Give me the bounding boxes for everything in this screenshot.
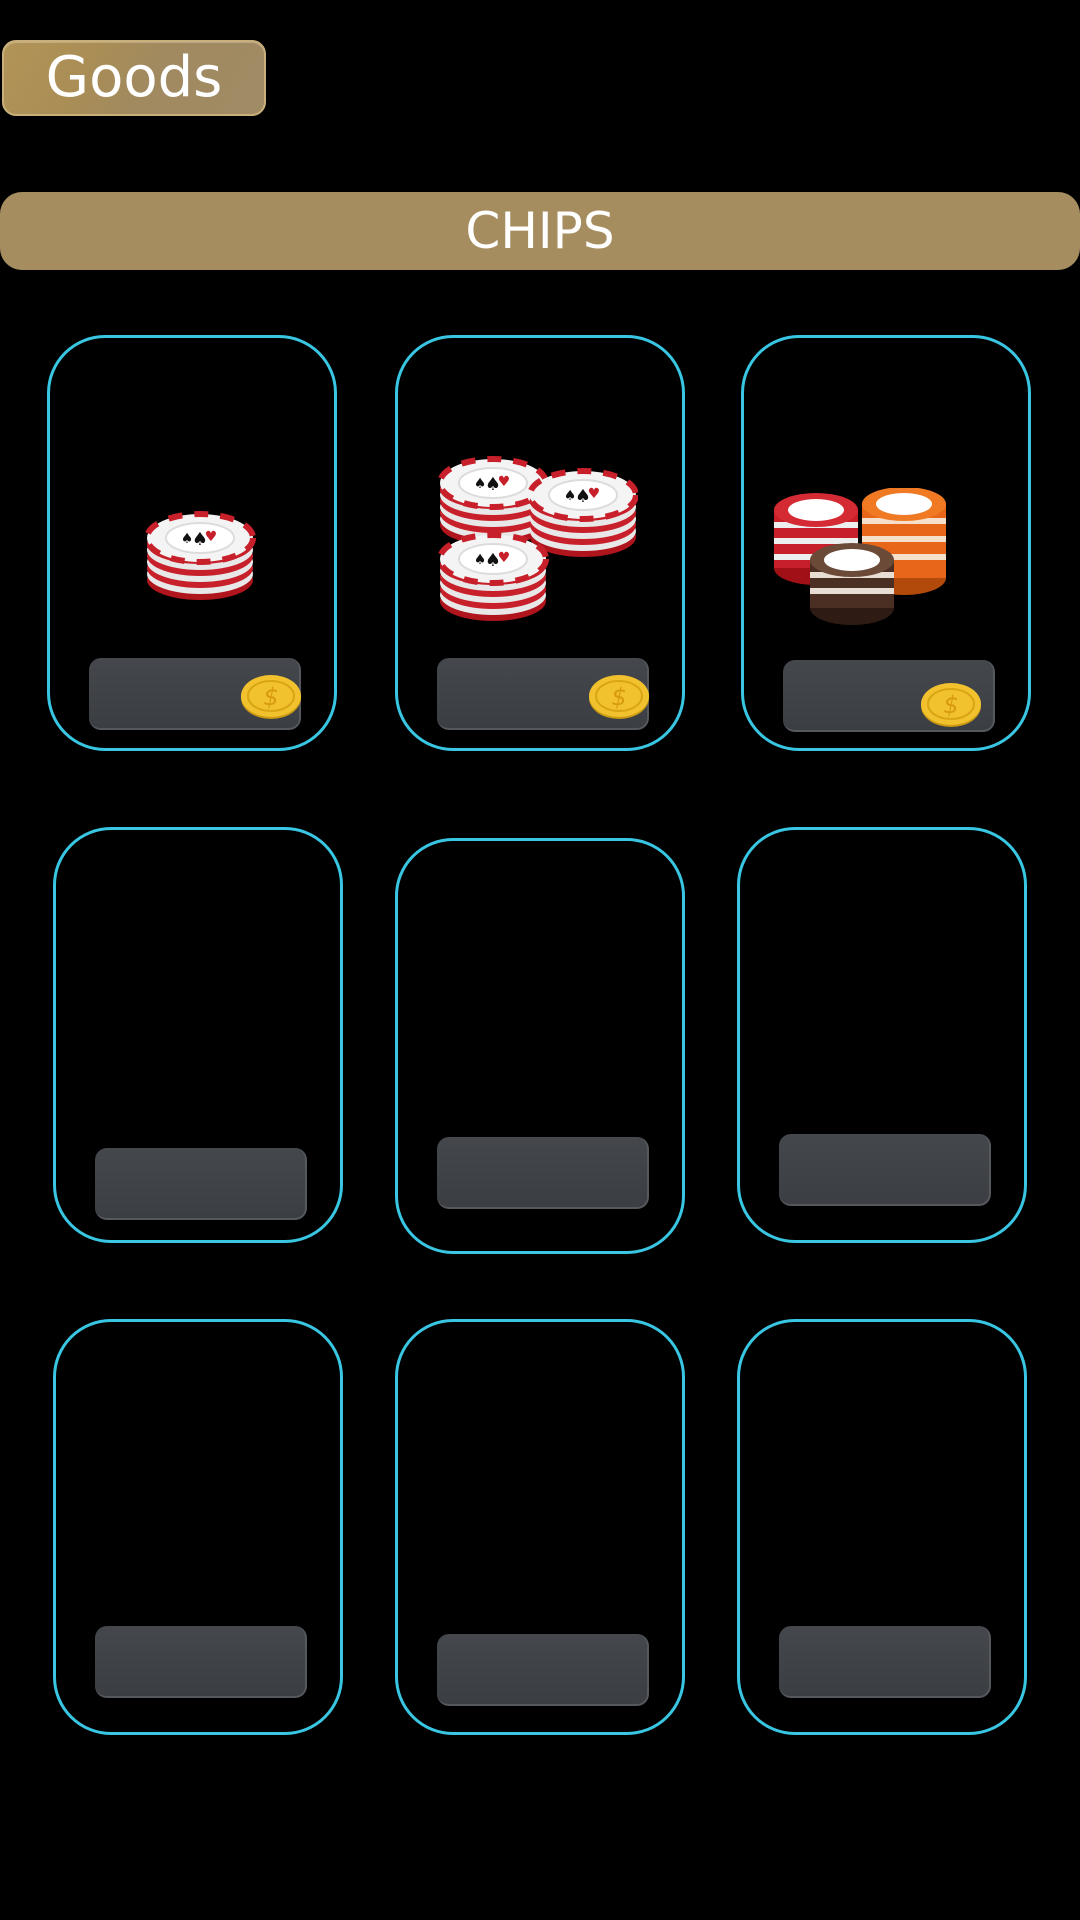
coin-icon [240,674,302,720]
chip-item-card[interactable] [47,335,337,751]
goods-button[interactable]: Goods [2,40,266,116]
chip-stack-small-icon [145,508,257,608]
price-button[interactable] [783,660,995,732]
price-button[interactable] [437,1137,649,1209]
chip-item-card[interactable] [395,335,685,751]
price-button[interactable] [95,1148,307,1220]
chip-stack-medium-icon [438,453,638,633]
price-button[interactable] [779,1134,991,1206]
chip-item-card[interactable] [395,1319,685,1735]
chip-item-card[interactable] [737,827,1027,1243]
coin-icon [920,682,982,728]
price-button[interactable] [437,1634,649,1706]
chip-item-card[interactable] [737,1319,1027,1735]
coin-icon [588,674,650,720]
price-button[interactable] [779,1626,991,1698]
price-button[interactable] [437,658,650,730]
chip-item-card[interactable] [53,827,343,1243]
chip-stack-large-icon [774,488,946,625]
price-button[interactable] [95,1626,307,1698]
chip-item-card[interactable] [395,838,685,1254]
chips-section-header: CHIPS [0,192,1080,270]
chip-item-card[interactable] [741,335,1031,751]
price-button[interactable] [89,658,302,730]
chip-item-card[interactable] [53,1319,343,1735]
